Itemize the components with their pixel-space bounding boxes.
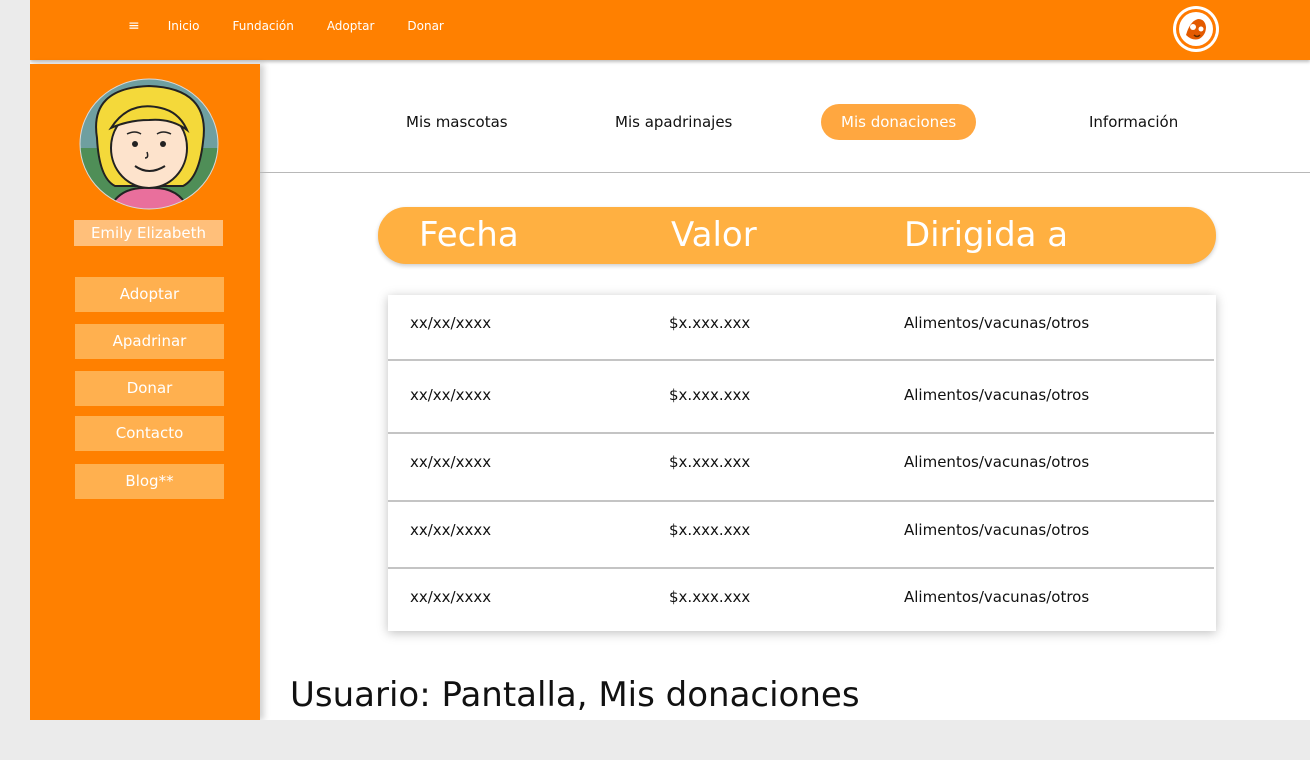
cell-valor: $x.xxx.xxx [669,521,751,539]
sidebar-item-apadrinar[interactable]: Apadrinar [75,324,224,359]
top-nav: ≡ Inicio Fundación Adoptar Donar [128,18,477,34]
cell-dirigida-a: Alimentos/vacunas/otros [904,521,1090,539]
nav-link-adoptar[interactable]: Adoptar [327,19,375,33]
table-header: Fecha Valor Dirigida a [378,207,1216,264]
nav-link-inicio[interactable]: Inicio [168,19,200,33]
top-bar: ≡ Inicio Fundación Adoptar Donar [30,0,1310,60]
sidebar-item-donar[interactable]: Donar [75,371,224,406]
cell-fecha: xx/xx/xxxx [410,314,492,332]
cell-fecha: xx/xx/xxxx [410,386,492,404]
donations-table: xx/xx/xxxx $x.xxx.xxx Alimentos/vacunas/… [388,295,1216,631]
app-canvas: ≡ Inicio Fundación Adoptar Donar Emily E… [30,0,1310,720]
cell-dirigida-a: Alimentos/vacunas/otros [904,314,1090,332]
sidebar-item-contacto[interactable]: Contacto [75,416,224,451]
tab-mis-donaciones[interactable]: Mis donaciones [821,104,977,140]
hamburger-menu-icon[interactable]: ≡ [128,18,140,34]
cell-fecha: xx/xx/xxxx [410,453,492,471]
sidebar-item-adoptar[interactable]: Adoptar [75,277,224,312]
user-name: Emily Elizabeth [74,220,223,246]
cell-dirigida-a: Alimentos/vacunas/otros [904,453,1090,471]
tab-mis-apadrinajes[interactable]: Mis apadrinajes [615,104,732,140]
column-header-valor: Valor [671,215,757,255]
cell-dirigida-a: Alimentos/vacunas/otros [904,588,1090,606]
cell-valor: $x.xxx.xxx [669,386,751,404]
nav-link-donar[interactable]: Donar [407,19,443,33]
sidebar: Emily Elizabeth Adoptar Apadrinar Donar … [30,64,260,720]
avatar-image [79,78,219,210]
column-header-fecha: Fecha [419,215,519,255]
row-divider [388,359,1214,361]
tabs-divider [260,172,1310,173]
cell-valor: $x.xxx.xxx [669,314,751,332]
avatar[interactable] [79,78,219,210]
cell-dirigida-a: Alimentos/vacunas/otros [904,386,1090,404]
tab-informacion[interactable]: Información [1089,104,1178,140]
row-divider [388,432,1214,434]
tab-mis-mascotas[interactable]: Mis mascotas [406,104,508,140]
tabs: Mis mascotas Mis apadrinajes Mis donacio… [260,100,1310,144]
sidebar-item-blog[interactable]: Blog** [75,464,224,499]
logo-icon [1173,6,1219,52]
column-header-dirigida-a: Dirigida a [904,215,1069,255]
row-divider [388,500,1214,502]
cell-fecha: xx/xx/xxxx [410,521,492,539]
nav-link-fundacion[interactable]: Fundación [233,19,294,33]
cell-fecha: xx/xx/xxxx [410,588,492,606]
cell-valor: $x.xxx.xxx [669,453,751,471]
page-caption: Usuario: Pantalla, Mis donaciones [290,675,860,715]
foundation-logo[interactable] [1172,5,1220,53]
cell-valor: $x.xxx.xxx [669,588,751,606]
row-divider [388,567,1214,569]
